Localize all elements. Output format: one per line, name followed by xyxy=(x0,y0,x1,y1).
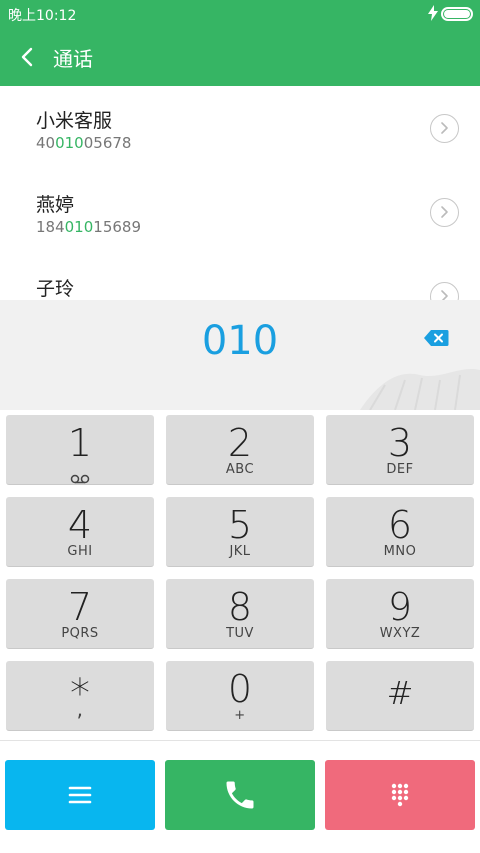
contact-row[interactable]: 子玲 xyxy=(0,254,480,300)
key-digit: # xyxy=(386,674,414,712)
key-digit: 8 xyxy=(227,585,253,629)
menu-button[interactable] xyxy=(5,760,155,830)
key-digit: 3 xyxy=(387,421,413,465)
key-digit: 1 xyxy=(67,421,93,465)
chevron-left-icon[interactable] xyxy=(18,45,38,69)
contact-number: 18401015689 xyxy=(36,218,141,236)
bolt-icon xyxy=(428,5,438,25)
key-letters: DEF xyxy=(386,462,414,477)
matched-digits: 010 xyxy=(64,218,94,236)
key-digit: 6 xyxy=(387,503,413,547)
key-letters: WXYZ xyxy=(379,626,421,641)
key-letters: ABC xyxy=(225,462,255,477)
contact-number: 4001005678 xyxy=(36,134,132,152)
dialer-screen: 晚上10:12 通话 小米客服 4001005678 燕婷 1840101568… xyxy=(0,0,480,853)
battery-icon xyxy=(441,7,473,21)
contact-name: 燕婷 xyxy=(36,194,75,216)
contact-name: 子玲 xyxy=(36,278,75,300)
page-title: 通话 xyxy=(53,47,93,71)
dialpad-toggle-button[interactable] xyxy=(325,760,475,830)
key-3[interactable]: 3 DEF xyxy=(326,415,474,485)
contact-suggestion-list: 小米客服 4001005678 燕婷 18401015689 子玲 xyxy=(0,86,480,300)
key-letters: MNO xyxy=(383,544,417,559)
key-letters: GHI xyxy=(67,544,93,559)
key-8[interactable]: 8 TUV xyxy=(166,579,314,649)
key-letters: + xyxy=(234,708,246,723)
key-digit: 7 xyxy=(67,585,93,629)
key-1[interactable]: 1 xyxy=(6,415,154,485)
key-digit: 9 xyxy=(387,585,413,629)
key-star[interactable]: * , xyxy=(6,661,154,731)
contact-row[interactable]: 小米客服 4001005678 xyxy=(0,86,480,170)
status-bar: 晚上10:12 xyxy=(0,0,480,28)
key-5[interactable]: 5 JKL xyxy=(166,497,314,567)
key-7[interactable]: 7 PQRS xyxy=(6,579,154,649)
key-0[interactable]: 0 + xyxy=(166,661,314,731)
key-letters: PQRS xyxy=(61,626,99,641)
key-digit: 2 xyxy=(227,421,253,465)
backspace-icon[interactable] xyxy=(423,329,449,347)
divider xyxy=(0,740,480,741)
key-2[interactable]: 2 ABC xyxy=(166,415,314,485)
app-bar: 通话 xyxy=(0,28,480,86)
voicemail-icon xyxy=(70,469,90,484)
chevron-right-icon[interactable] xyxy=(430,114,459,143)
key-6[interactable]: 6 MNO xyxy=(326,497,474,567)
key-letters: , xyxy=(76,697,84,721)
key-digit: 0 xyxy=(227,667,253,711)
keypad: 1 2 ABC 3 DEF 4 GHI 5 JKL 6 MNO 7 PQRS 8… xyxy=(0,410,480,740)
chevron-right-icon[interactable] xyxy=(430,282,459,300)
contact-row[interactable]: 燕婷 18401015689 xyxy=(0,170,480,254)
matched-digits: 010 xyxy=(55,134,84,152)
key-letters: TUV xyxy=(226,626,254,641)
key-digit: 4 xyxy=(67,503,93,547)
dialpad-icon xyxy=(391,783,409,807)
key-9[interactable]: 9 WXYZ xyxy=(326,579,474,649)
dial-input-panel: 010 xyxy=(0,300,480,410)
key-hash[interactable]: # xyxy=(326,661,474,731)
key-4[interactable]: 4 GHI xyxy=(6,497,154,567)
dialed-number: 010 xyxy=(201,318,279,364)
chevron-right-icon[interactable] xyxy=(430,198,459,227)
call-button[interactable] xyxy=(165,760,315,830)
phone-icon xyxy=(226,781,254,809)
contact-name: 小米客服 xyxy=(36,110,113,132)
status-time: 晚上10:12 xyxy=(8,8,77,24)
menu-icon xyxy=(68,786,92,804)
key-digit: 5 xyxy=(227,503,253,547)
key-letters: JKL xyxy=(229,544,251,559)
